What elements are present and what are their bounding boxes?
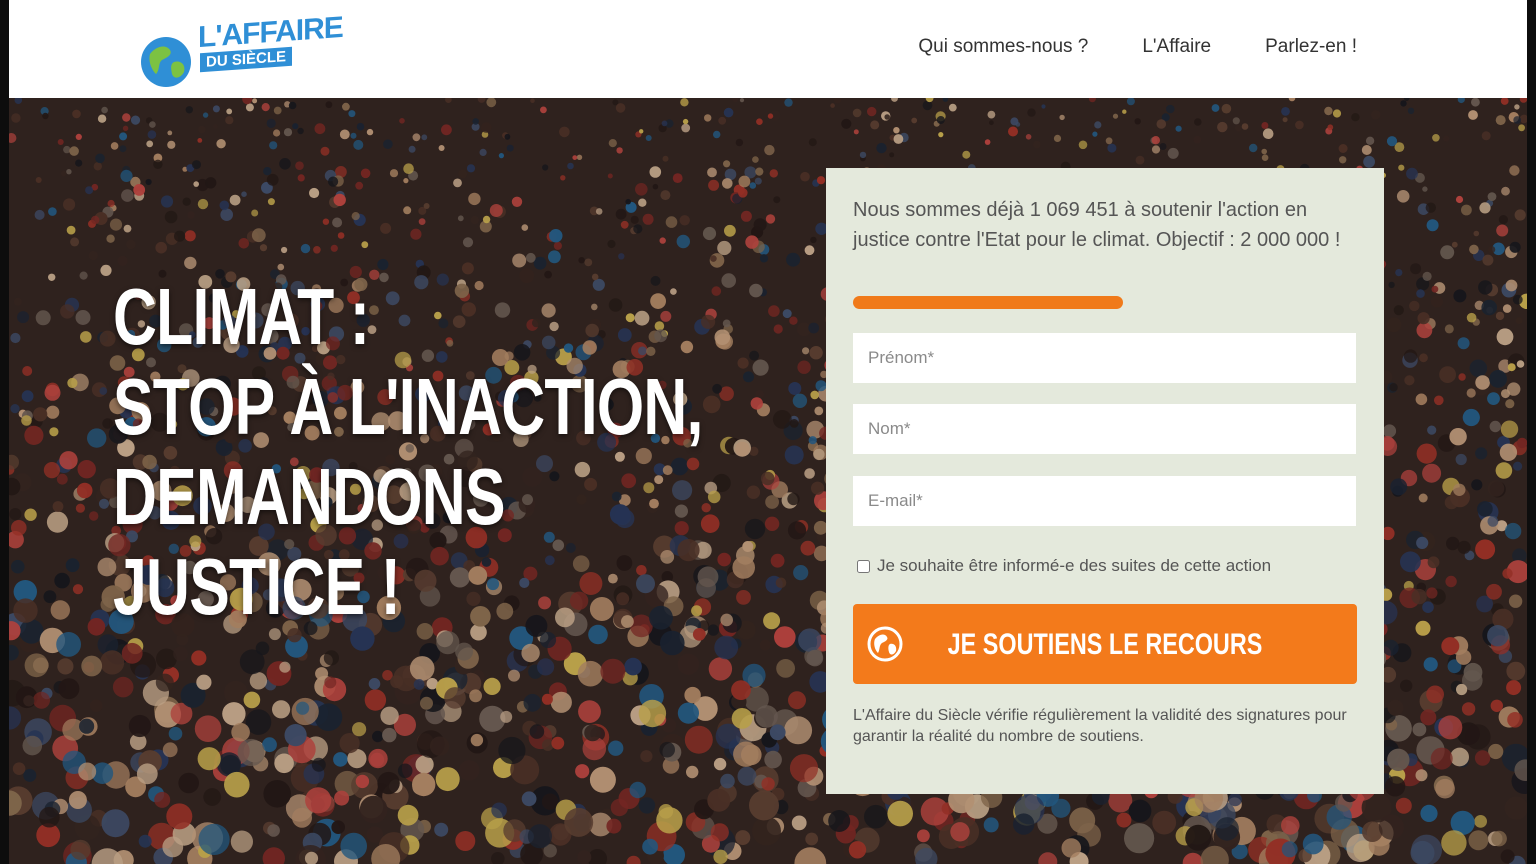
nav-link-parlez-en[interactable]: Parlez-en !	[1265, 36, 1357, 58]
globe-icon	[141, 37, 191, 87]
headline-line: STOP À L'INACTION,	[113, 362, 703, 451]
nav-link-qui-sommes-nous[interactable]: Qui sommes-nous ?	[918, 36, 1088, 58]
hero-headline: CLIMAT : STOP À L'INACTION, DEMANDONS JU…	[113, 272, 703, 632]
signature-counter-text: Nous sommes déjà 1 069 451 à soutenir l'…	[853, 199, 1341, 251]
email-input[interactable]	[853, 476, 1356, 526]
signature-progress-bar	[853, 296, 1357, 309]
newsletter-option: Je souhaite être informé-e des suites de…	[857, 556, 1271, 576]
headline-line: DEMANDONS	[113, 452, 506, 541]
nav-link-laffaire[interactable]: L'Affaire	[1142, 36, 1211, 58]
newsletter-checkbox-label[interactable]: Je souhaite être informé-e des suites de…	[877, 556, 1271, 576]
main-nav: Qui sommes-nous ? L'Affaire Parlez-en !	[918, 36, 1357, 58]
headline-line: CLIMAT :	[113, 272, 370, 361]
newsletter-checkbox[interactable]	[857, 559, 870, 573]
submit-button-label: JE SOUTIENS LE RECOURS	[947, 628, 1263, 661]
site-logo[interactable]: L'AFFAIRE DU SIÈCLE	[140, 10, 343, 90]
petition-form-panel: Nous sommes déjà 1 069 451 à soutenir l'…	[826, 168, 1384, 794]
signature-disclaimer: L'Affaire du Siècle vérifie régulièremen…	[853, 707, 1347, 745]
support-submit-button[interactable]: JE SOUTIENS LE RECOURS	[853, 604, 1357, 684]
headline-line: JUSTICE !	[113, 542, 401, 631]
last-name-input[interactable]	[853, 404, 1356, 454]
screen-frame-left	[0, 0, 9, 864]
first-name-input[interactable]	[853, 333, 1356, 383]
globe-icon	[867, 626, 903, 662]
site-header: L'AFFAIRE DU SIÈCLE Qui sommes-nous ? L'…	[9, 0, 1527, 98]
screen-frame-right	[1527, 0, 1536, 864]
hero-section: CLIMAT : STOP À L'INACTION, DEMANDONS JU…	[9, 98, 1527, 864]
progress-fill	[853, 296, 1123, 309]
